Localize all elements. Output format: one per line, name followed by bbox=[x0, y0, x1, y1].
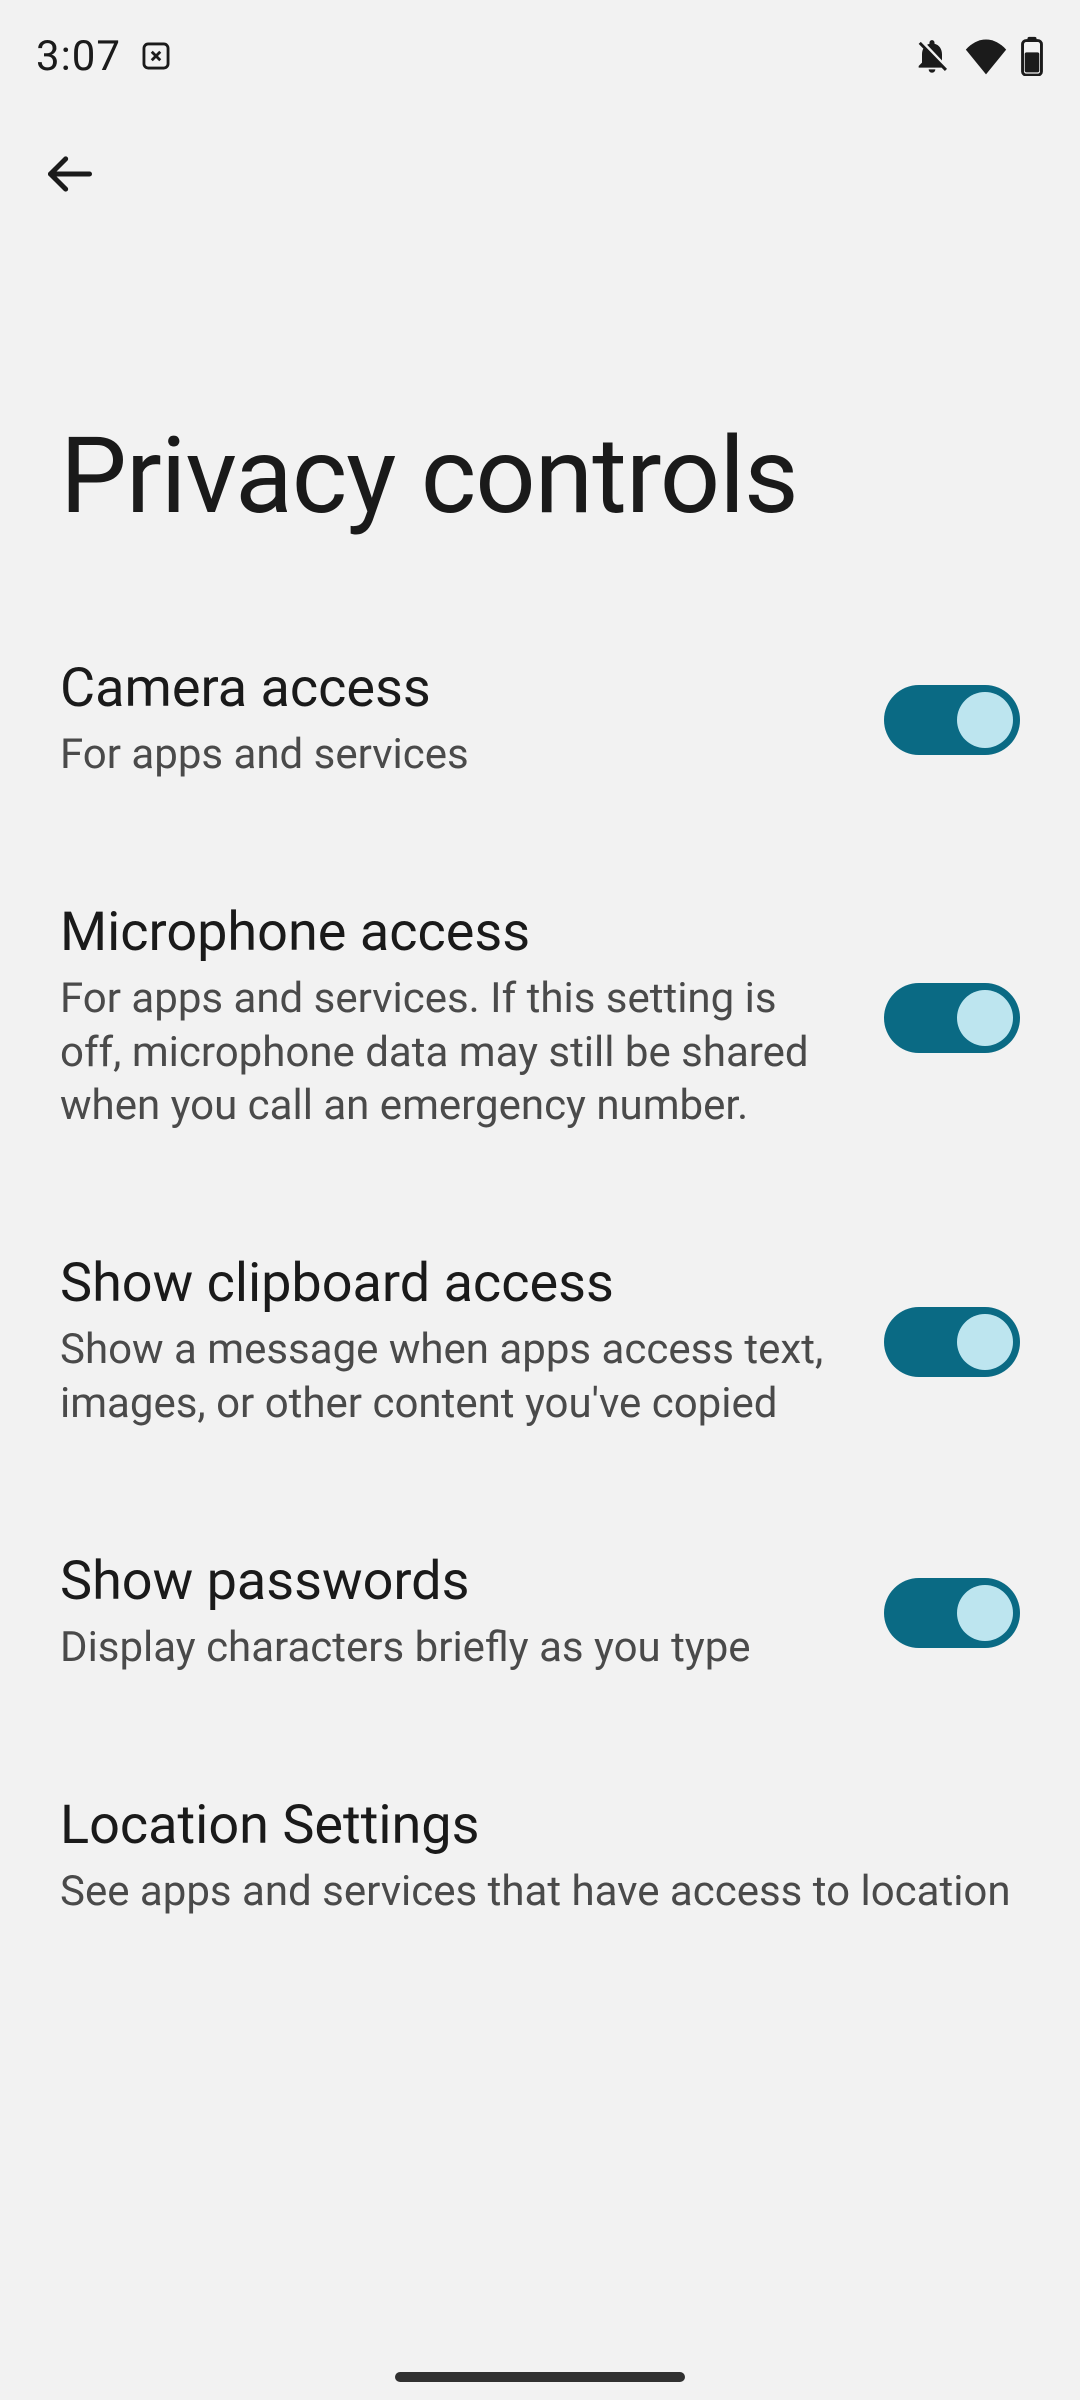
arrow-left-icon bbox=[44, 148, 96, 200]
setting-subtitle: Show a message when apps access text, im… bbox=[60, 1323, 844, 1431]
setting-row-show-clipboard-access[interactable]: Show clipboard access Show a message whe… bbox=[60, 1253, 1020, 1551]
toggle-knob bbox=[957, 1314, 1013, 1370]
app-bar bbox=[0, 90, 1080, 202]
toggle-show-clipboard-access[interactable] bbox=[884, 1307, 1020, 1377]
back-button[interactable] bbox=[42, 146, 98, 202]
battery-icon bbox=[1020, 36, 1044, 76]
status-bar-right bbox=[912, 36, 1044, 76]
setting-text: Camera access For apps and services bbox=[60, 658, 844, 782]
setting-title: Show passwords bbox=[60, 1551, 844, 1613]
status-bar: 3:07 bbox=[0, 0, 1080, 90]
close-square-icon bbox=[139, 39, 173, 73]
setting-title: Location Settings bbox=[60, 1795, 1020, 1857]
status-bar-left: 3:07 bbox=[36, 32, 173, 81]
setting-title: Microphone access bbox=[60, 902, 844, 964]
wifi-icon bbox=[964, 36, 1008, 76]
setting-row-camera-access[interactable]: Camera access For apps and services bbox=[60, 658, 1020, 902]
setting-subtitle: For apps and services bbox=[60, 728, 844, 782]
setting-title: Camera access bbox=[60, 658, 844, 720]
setting-row-show-passwords[interactable]: Show passwords Display characters briefl… bbox=[60, 1551, 1020, 1795]
setting-text: Microphone access For apps and services.… bbox=[60, 902, 844, 1133]
setting-title: Show clipboard access bbox=[60, 1253, 844, 1315]
setting-subtitle: See apps and services that have access t… bbox=[60, 1865, 1020, 1919]
status-time: 3:07 bbox=[36, 32, 121, 81]
setting-subtitle: Display characters briefly as you type bbox=[60, 1621, 844, 1675]
toggle-knob bbox=[957, 1585, 1013, 1641]
dnd-off-icon bbox=[912, 36, 952, 76]
setting-row-microphone-access[interactable]: Microphone access For apps and services.… bbox=[60, 902, 1020, 1253]
toggle-microphone-access[interactable] bbox=[884, 983, 1020, 1053]
setting-text: Show clipboard access Show a message whe… bbox=[60, 1253, 844, 1431]
setting-text: Show passwords Display characters briefl… bbox=[60, 1551, 844, 1675]
toggle-knob bbox=[957, 692, 1013, 748]
toggle-show-passwords[interactable] bbox=[884, 1578, 1020, 1648]
page-title: Privacy controls bbox=[0, 202, 1080, 538]
setting-text: Location Settings See apps and services … bbox=[60, 1795, 1020, 1919]
setting-row-location-settings[interactable]: Location Settings See apps and services … bbox=[60, 1795, 1020, 2039]
toggle-camera-access[interactable] bbox=[884, 685, 1020, 755]
toggle-knob bbox=[957, 990, 1013, 1046]
settings-list: Camera access For apps and services Micr… bbox=[0, 538, 1080, 2038]
nav-handle[interactable] bbox=[395, 2372, 685, 2382]
setting-subtitle: For apps and services. If this setting i… bbox=[60, 972, 844, 1133]
